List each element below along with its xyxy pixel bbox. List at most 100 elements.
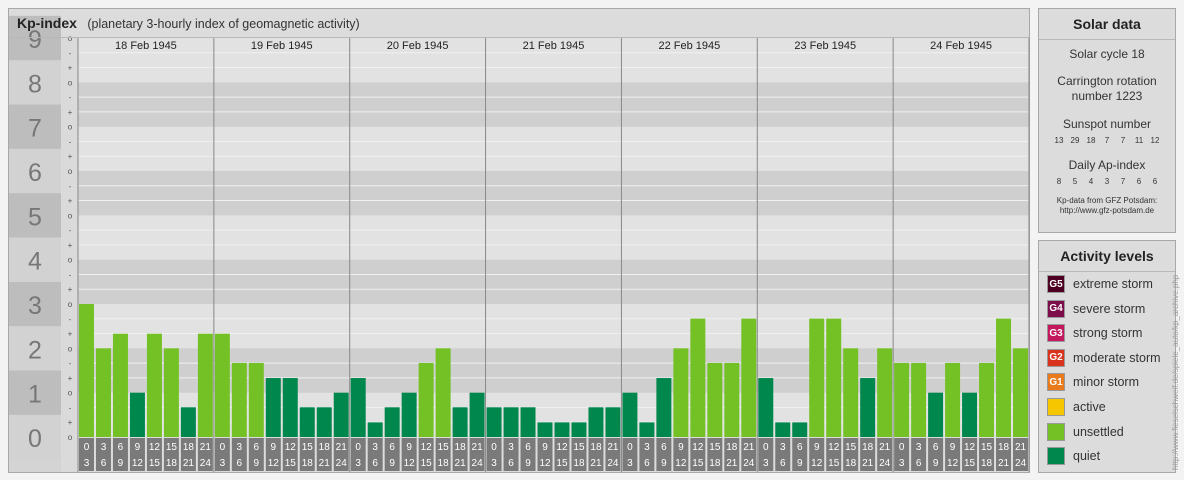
activity-levels-panel: Activity levels G5 extreme storm G4 severe … [1038,240,1176,473]
kp-bar [129,392,145,437]
interval-end-label: 12 [811,458,823,469]
interval-start-label: 6 [389,442,395,453]
legend-item: active [1047,397,1106,417]
interval-start-label: 0 [899,442,905,453]
kp-bar [163,348,179,437]
minor-tick-label: o [68,211,73,220]
interval-end-label: 18 [302,458,314,469]
ap-index-value: 7 [1120,177,1126,186]
interval-start-label: 9 [271,442,277,453]
kp-bar [758,378,774,437]
day-label: 20 Feb 1945 [387,40,449,52]
y-tick-label: 4 [28,248,42,276]
interval-end-label: 9 [933,458,939,469]
interval-start-label: 12 [692,442,704,453]
chart-title: Kp-index [17,15,77,31]
chart-title-bar: Kp-index (planetary 3-hourly index of ge… [9,9,1029,38]
interval-start-label: 12 [285,442,297,453]
interval-start-label: 6 [525,442,531,453]
interval-end-label: 12 [404,458,416,469]
minor-tick-label: + [68,374,73,383]
interval-end-label: 18 [573,458,585,469]
interval-start-label: 0 [763,442,769,453]
kp-bar [656,378,672,437]
interval-end-label: 15 [149,458,161,469]
interval-start-label: 0 [627,442,633,453]
interval-end-label: 12 [947,458,959,469]
interval-start-label: 3 [372,442,378,453]
y-tick-label: 6 [28,159,42,187]
carrington-line-1: Carrington rotation [1057,74,1157,88]
interval-end-label: 15 [556,458,568,469]
minor-tick-label: o [68,389,73,398]
interval-start-label: 6 [118,442,124,453]
kp-bar [639,422,655,437]
interval-end-label: 3 [899,458,905,469]
interval-start-label: 9 [406,442,412,453]
interval-start-label: 15 [438,442,450,453]
kp-bar [316,407,332,437]
interval-end-label: 18 [845,458,857,469]
solar-data-title: Solar data [1039,9,1175,40]
minor-tick-label: - [69,137,72,146]
kp-band [78,259,1029,304]
ap-index-value: 6 [1136,177,1142,186]
kp-bar [1013,348,1028,437]
legend-item: G1 minor storm [1047,372,1139,392]
kp-bar [979,362,995,437]
kp-bar [248,362,264,437]
minor-tick-label: o [68,344,73,353]
interval-start-label: 18 [862,442,874,453]
interval-start-label: 15 [166,442,178,453]
interval-start-label: 0 [355,442,361,453]
kp-bar [231,362,247,437]
kp-bar [554,422,570,437]
minor-tick-label: - [69,226,72,235]
sunspot-value: 7 [1120,136,1126,145]
y-tick-label: 5 [28,203,42,231]
y-tick-label: 3 [28,292,42,320]
day-label: 22 Feb 1945 [658,40,720,52]
interval-start-label: 12 [556,442,568,453]
legend-item: quiet [1047,446,1100,466]
interval-start-label: 21 [743,442,755,453]
interval-end-label: 12 [268,458,280,469]
interval-end-label: 24 [607,458,619,469]
legend-label: quiet [1073,449,1101,464]
interval-end-label: 18 [709,458,721,469]
interval-end-label: 6 [508,458,514,469]
interval-start-label: 21 [200,442,212,453]
solar-cycle: Solar cycle 18 [1069,47,1145,61]
kp-bar [401,392,417,437]
interval-end-label: 3 [355,458,361,469]
kp-bar [707,362,723,437]
legend-item: G2 moderate storm [1047,348,1161,368]
interval-start-label: 18 [319,442,331,453]
minor-tick-label: + [68,64,73,73]
interval-end-label: 12 [539,458,551,469]
interval-start-label: 6 [933,442,939,453]
interval-start-label: 0 [84,442,90,453]
interval-start-label: 15 [573,442,585,453]
interval-start-label: 0 [491,442,497,453]
interval-start-label: 3 [916,442,922,453]
kp-bar [605,407,621,437]
interval-start-label: 6 [797,442,803,453]
interval-end-label: 24 [743,458,755,469]
kp-bar [622,392,638,437]
legend-swatch: G2 [1047,348,1065,367]
interval-start-label: 3 [780,442,786,453]
interval-end-label: 3 [220,458,226,469]
minor-tick-label: - [69,93,72,102]
interval-end-label: 24 [336,458,348,469]
interval-start-label: 12 [421,442,433,453]
kp-band [78,126,1029,171]
chart-subtitle: (planetary 3-hourly index of geomagnetic… [87,17,360,31]
interval-start-label: 21 [879,442,891,453]
interval-start-label: 21 [1015,442,1027,453]
credit-line-2: http://www.gfz-potsdam.de [1059,206,1155,215]
day-label: 19 Feb 1945 [251,40,313,52]
kp-bar [826,318,842,437]
interval-end-label: 6 [780,458,786,469]
kp-band [78,171,1029,216]
